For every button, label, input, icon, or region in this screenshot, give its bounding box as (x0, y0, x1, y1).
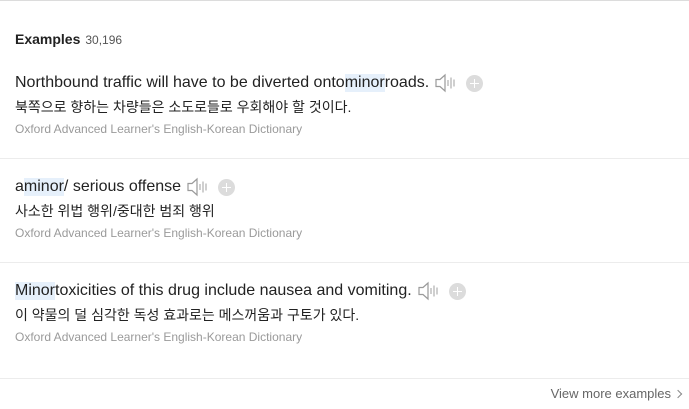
examples-title: Examples (15, 31, 81, 47)
sentence-text: Northbound traffic will have to be diver… (15, 74, 345, 91)
highlighted-term: minor (23, 178, 64, 196)
speaker-icon[interactable] (186, 177, 210, 197)
example-source[interactable]: Oxford Advanced Learner's English-Korean… (15, 330, 302, 344)
example-sentence: Minor toxicities of this drug include na… (15, 280, 466, 302)
example-translation: 이 약물의 덜 심각한 독성 효과로는 메스꺼움과 구토가 있다. (15, 307, 360, 323)
sentence-text: toxicities of this drug include nausea a… (55, 282, 412, 299)
example-translation: 사소한 위법 행위/중대한 범죄 행위 (15, 203, 215, 219)
sentence-text: / serious offense (63, 178, 182, 195)
example-sentence: a minor / serious offense (15, 176, 236, 198)
highlighted-term: Minor (15, 282, 56, 300)
plus-circle-icon[interactable] (448, 282, 466, 300)
example-sentence: Northbound traffic will have to be diver… (15, 72, 484, 94)
divider (0, 378, 689, 379)
plus-circle-icon[interactable] (218, 178, 236, 196)
example-translation: 북쪽으로 향하는 차량들은 소도로들로 우회해야 할 것이다. (15, 99, 352, 115)
example-source[interactable]: Oxford Advanced Learner's English-Korean… (15, 122, 302, 136)
sentence-text: roads. (384, 74, 430, 91)
examples-count: 30,196 (85, 33, 123, 47)
examples-section: Examples 30,196 Northbound traffic will … (0, 0, 689, 409)
speaker-icon[interactable] (434, 73, 458, 93)
plus-circle-icon[interactable] (466, 74, 484, 92)
highlighted-term: minor (344, 74, 385, 92)
examples-header: Examples 30,196 (15, 31, 122, 47)
view-more-examples-link[interactable]: View more examples (550, 386, 683, 401)
view-more-label: View more examples (550, 386, 671, 401)
divider (0, 262, 689, 263)
chevron-right-icon (673, 389, 683, 399)
example-source[interactable]: Oxford Advanced Learner's English-Korean… (15, 226, 302, 240)
speaker-icon[interactable] (417, 281, 441, 301)
divider (0, 158, 689, 159)
sentence-text: a (15, 178, 24, 195)
